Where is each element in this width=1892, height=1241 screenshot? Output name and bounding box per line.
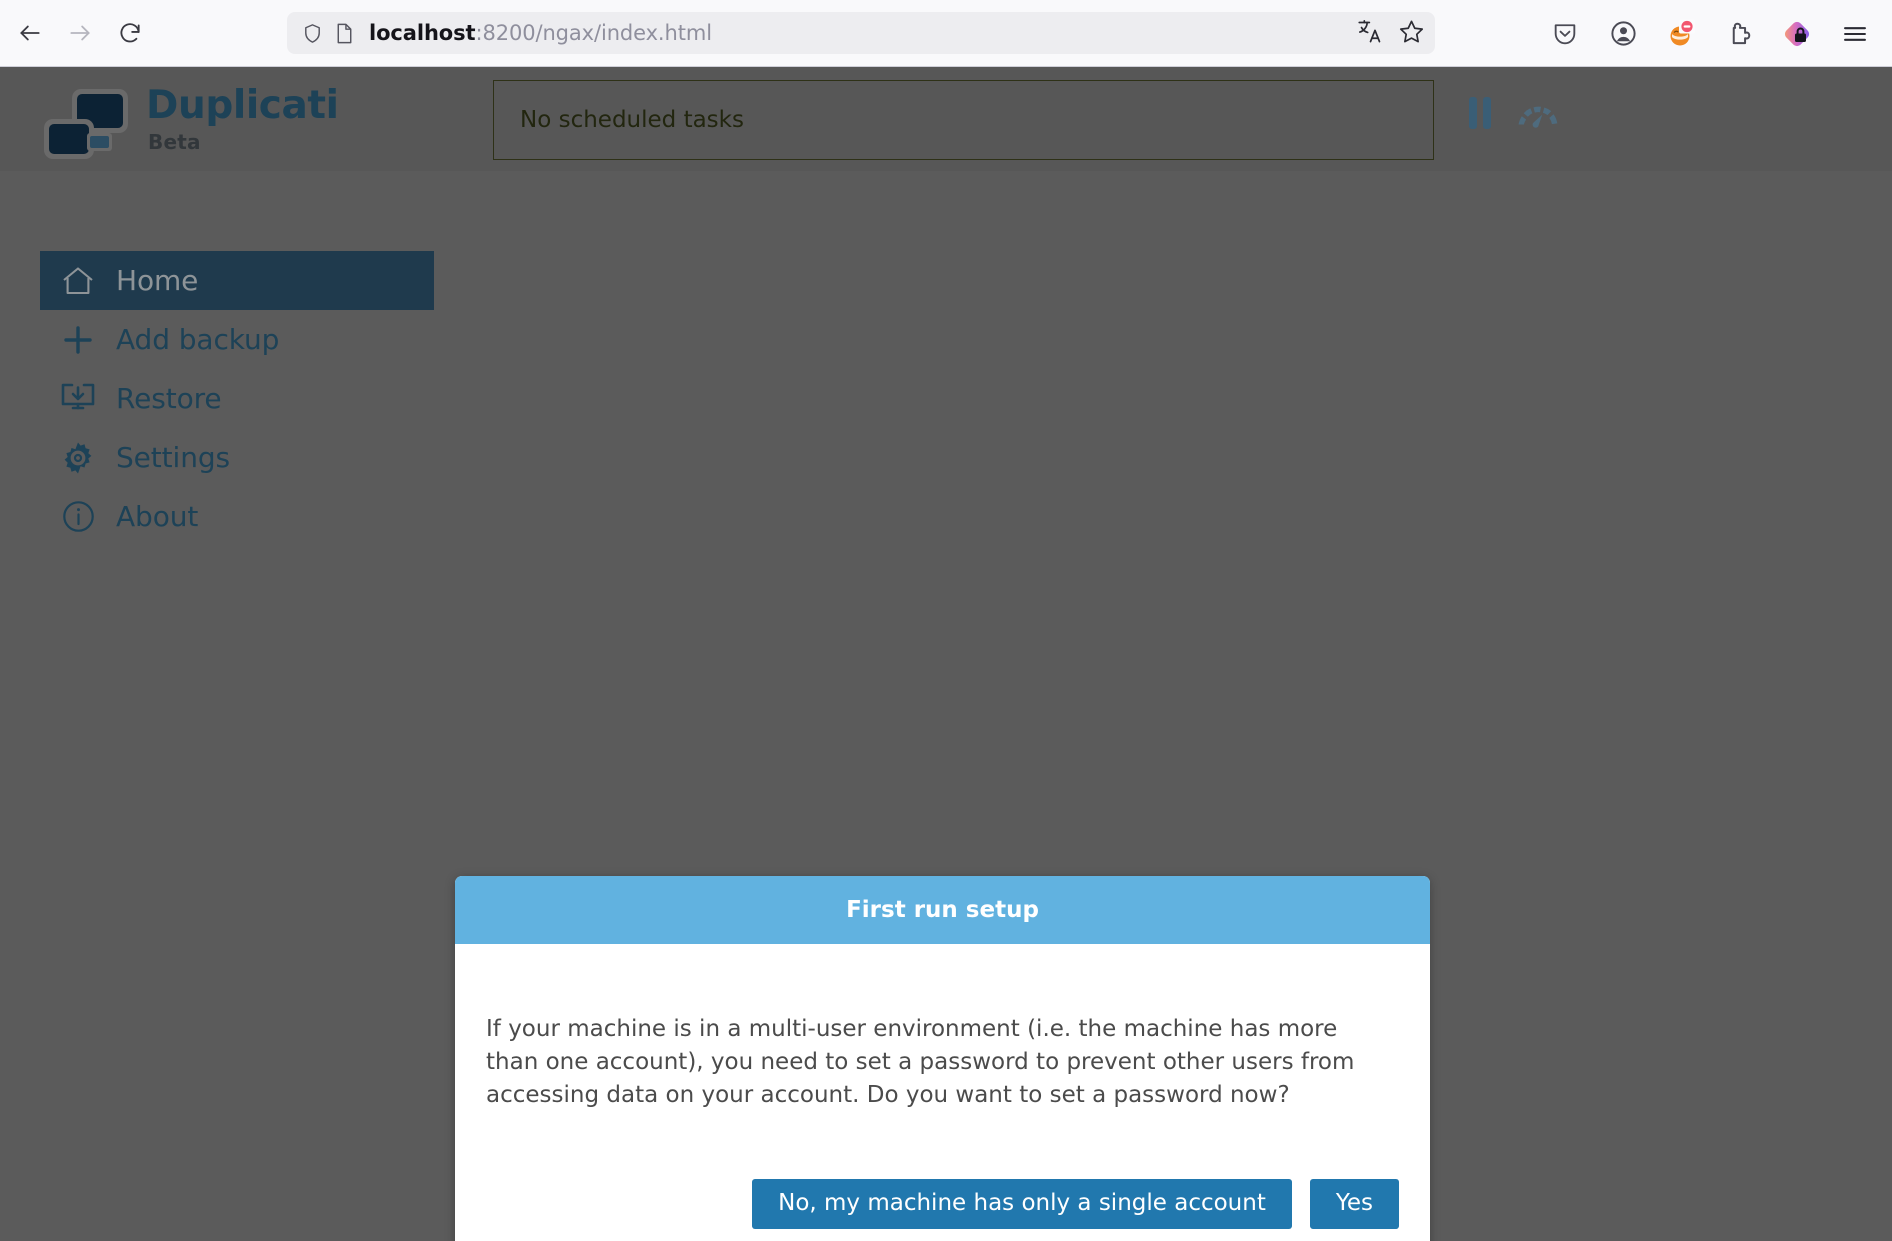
dialog-message: If your machine is in a multi-user envir… (486, 1016, 1355, 1109)
arrow-right-icon (70, 25, 90, 41)
duplicati-app: Duplicati Beta No scheduled tasks Home A… (0, 67, 1892, 1241)
url-text: localhost:8200/ngax/index.html (369, 21, 1357, 45)
reload-icon (120, 23, 140, 43)
url-host: localhost (369, 21, 476, 45)
address-bar-actions (1357, 18, 1425, 49)
browser-nav-buttons (8, 11, 152, 55)
url-path: :8200/ngax/index.html (475, 21, 712, 45)
account-icon[interactable] (1604, 15, 1642, 53)
accept-password-button[interactable]: Yes (1309, 1179, 1399, 1229)
forward-button[interactable] (58, 11, 102, 55)
extensions-puzzle-icon[interactable] (1720, 15, 1758, 53)
ublock-origin-extension-icon[interactable] (1662, 15, 1700, 53)
page-document-icon[interactable] (334, 22, 355, 45)
dialog-header: First run setup (455, 876, 1430, 944)
decline-password-button[interactable]: No, my machine has only a single account (752, 1179, 1292, 1229)
browser-toolbar-actions (1546, 0, 1880, 67)
back-button[interactable] (8, 11, 52, 55)
modal-overlay: First run setup If your machine is in a … (0, 67, 1892, 1241)
shield-icon[interactable] (301, 22, 324, 45)
password-manager-lock-icon[interactable] (1778, 15, 1816, 53)
arrow-left-icon (20, 25, 40, 41)
hamburger-menu-icon[interactable] (1836, 15, 1874, 53)
dialog-body: If your machine is in a multi-user envir… (455, 944, 1430, 1112)
dialog-title: First run setup (846, 897, 1039, 923)
pocket-save-icon[interactable] (1546, 15, 1584, 53)
address-bar[interactable]: localhost:8200/ngax/index.html (287, 12, 1435, 54)
browser-chrome: localhost:8200/ngax/index.html (0, 0, 1892, 67)
star-bookmark-icon[interactable] (1398, 18, 1425, 49)
translate-icon[interactable] (1357, 18, 1384, 49)
reload-button[interactable] (108, 11, 152, 55)
first-run-setup-dialog: First run setup If your machine is in a … (455, 876, 1430, 1241)
dialog-actions: No, my machine has only a single account… (455, 1135, 1430, 1241)
